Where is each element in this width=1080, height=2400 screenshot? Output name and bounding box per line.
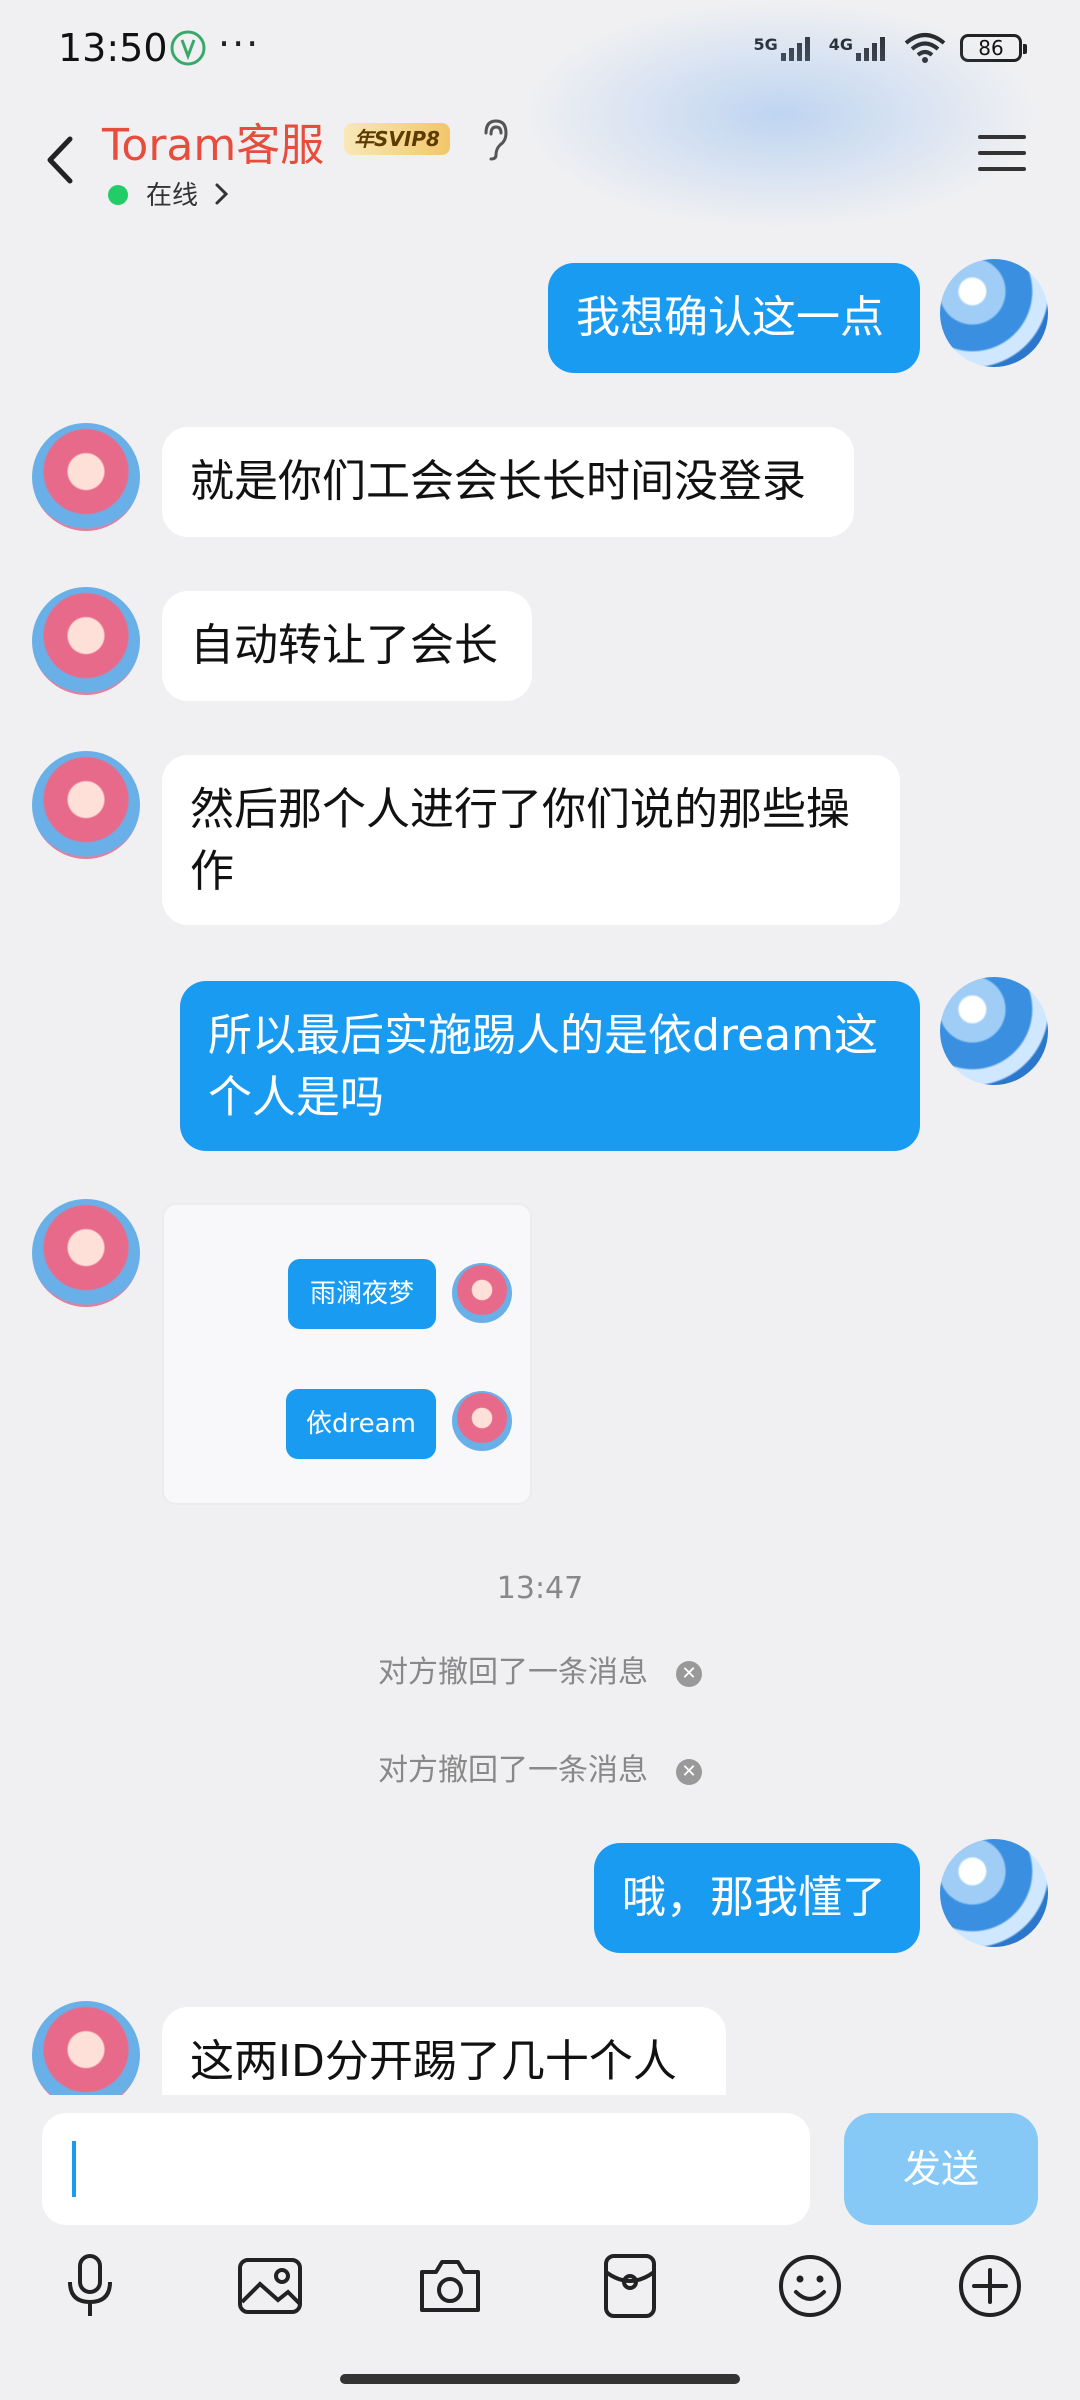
contact-avatar[interactable] — [32, 1199, 140, 1307]
home-indicator[interactable] — [340, 2374, 740, 2384]
status-more-icon: ··· — [218, 22, 261, 66]
chevron-right-icon[interactable] — [214, 181, 230, 207]
emoji-icon[interactable] — [774, 2250, 846, 2322]
plus-icon[interactable] — [954, 2250, 1026, 2322]
recall-notice: 对方撤回了一条消息 ✕ — [0, 1647, 1080, 1691]
recall-text: 对方撤回了一条消息 — [378, 1753, 648, 1788]
app-notification-icon — [170, 30, 206, 66]
chat-title[interactable]: Toram客服 — [102, 109, 324, 173]
chat-header: Toram客服 年SVIP8 在线 — [0, 0, 1080, 230]
contact-avatar[interactable] — [32, 2001, 140, 2095]
image-bubble: 雨澜夜梦 — [288, 1259, 436, 1329]
image-bubble: 依dream — [286, 1389, 436, 1459]
message-bubble[interactable]: 所以最后实施踢人的是依dream这个人是吗 — [180, 981, 920, 1151]
microphone-icon[interactable] — [54, 2250, 126, 2322]
self-avatar[interactable] — [940, 1839, 1048, 1947]
image-avatar — [452, 1391, 512, 1451]
back-icon[interactable] — [36, 125, 86, 195]
timestamp: 13:47 — [496, 1571, 584, 1606]
recall-text: 对方撤回了一条消息 — [378, 1655, 648, 1690]
message-bubble[interactable]: 哦，那我懂了 — [594, 1843, 920, 1953]
red-packet-icon[interactable] — [594, 2250, 666, 2322]
self-avatar[interactable] — [940, 977, 1048, 1085]
svip-badge[interactable]: 年SVIP8 — [344, 123, 450, 155]
chat-message-list[interactable]: 我想确认这一点 就是你们工会会长长时间没登录 自动转让了会长 然后那个人进行了你… — [0, 225, 1080, 2095]
input-bar: 发送 — [0, 2095, 1080, 2250]
text-caret — [72, 2141, 76, 2197]
camera-icon[interactable] — [414, 2250, 486, 2322]
menu-icon[interactable] — [976, 131, 1028, 175]
online-status-dot — [108, 185, 128, 205]
close-icon[interactable]: ✕ — [676, 1660, 702, 1687]
message-input[interactable] — [42, 2113, 810, 2225]
ear-icon[interactable] — [480, 117, 510, 161]
message-row: 所以最后实施踢人的是依dream这个人是吗 — [0, 225, 1080, 1155]
recall-notice: 对方撤回了一条消息 ✕ — [0, 1745, 1080, 1789]
header-blur-decoration — [520, 0, 1040, 230]
image-avatar — [452, 1263, 512, 1323]
online-status-text[interactable]: 在线 — [146, 175, 198, 212]
status-time: 13:50 — [58, 26, 168, 70]
image-icon[interactable] — [234, 2250, 306, 2322]
input-toolbar — [0, 2250, 1080, 2360]
send-button[interactable]: 发送 — [844, 2113, 1038, 2225]
image-message[interactable]: 雨澜夜梦 依dream — [162, 1203, 532, 1505]
message-bubble[interactable]: 这两ID分开踢了几十个人 — [162, 2007, 726, 2095]
close-icon[interactable]: ✕ — [676, 1758, 702, 1785]
